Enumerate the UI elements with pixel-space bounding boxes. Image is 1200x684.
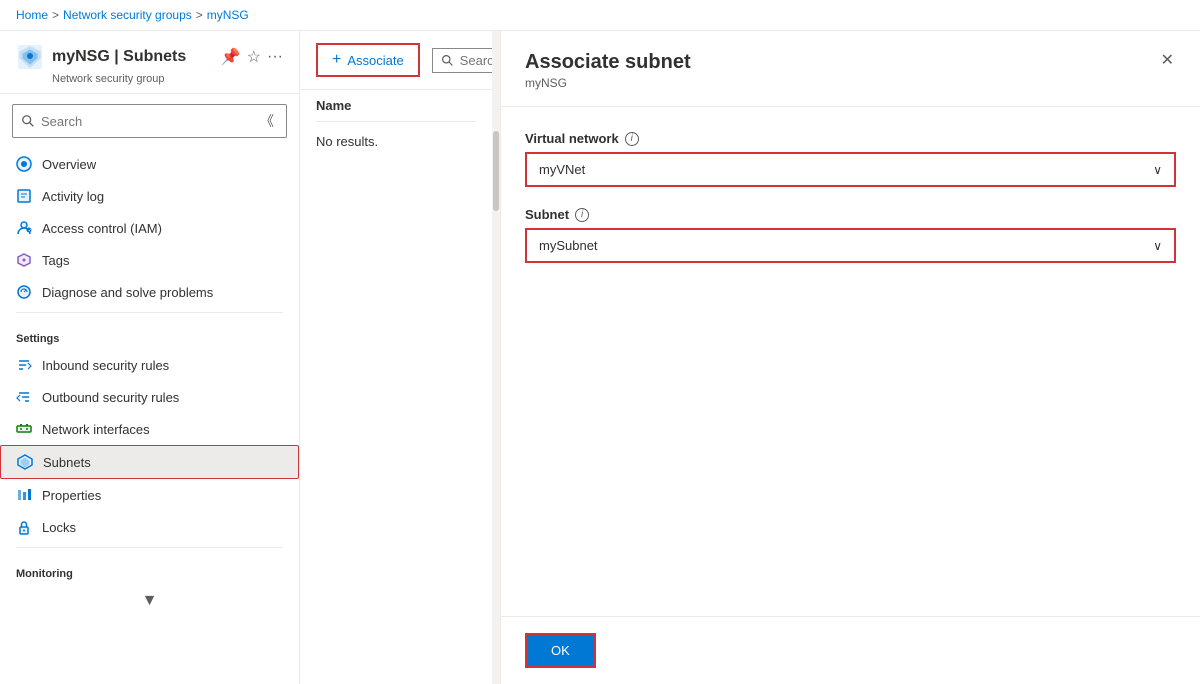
sidebar-item-diagnose-label: Diagnose and solve problems (42, 285, 213, 300)
breadcrumb-nsg[interactable]: Network security groups (63, 8, 192, 22)
sidebar-item-tags-label: Tags (42, 253, 69, 268)
subnet-value: mySubnet (539, 238, 598, 253)
panel-subtitle: myNSG (525, 76, 691, 90)
subnets-icon (17, 454, 33, 470)
sidebar-title: myNSG | Subnets (52, 48, 186, 66)
scroll-down-icon: ▼ (142, 592, 158, 610)
plus-icon: + (332, 51, 341, 69)
no-results: No results. (316, 122, 476, 161)
search-input[interactable] (41, 114, 250, 129)
sidebar-item-locks[interactable]: Locks (0, 511, 299, 543)
panel-footer: OK (501, 616, 1200, 684)
star-icon[interactable]: ☆ (247, 47, 261, 67)
inbound-icon (16, 357, 32, 373)
vnet-form-group: Virtual network i myVNet ∨ (525, 131, 1176, 187)
vnet-label: Virtual network i (525, 131, 1176, 146)
breadcrumb-sep2: > (196, 8, 203, 22)
sidebar-item-nic-label: Network interfaces (42, 422, 150, 437)
associate-button-label: Associate (347, 53, 403, 68)
content-toolbar: + Associate (300, 31, 492, 90)
sidebar-item-subnets-label: Subnets (43, 455, 91, 470)
outbound-icon (16, 389, 32, 405)
ok-button[interactable]: OK (525, 633, 596, 668)
sidebar-item-overview-label: Overview (42, 157, 96, 172)
subnet-dropdown[interactable]: mySubnet ∨ (525, 228, 1176, 263)
sidebar-item-outbound[interactable]: Outbound security rules (0, 381, 299, 413)
subnet-label: Subnet i (525, 207, 1176, 222)
search-subnets-icon (441, 54, 454, 67)
breadcrumb-sep1: > (52, 8, 59, 22)
svg-text:✓: ✓ (28, 228, 31, 233)
vnet-dropdown[interactable]: myVNet ∨ (525, 152, 1176, 187)
sidebar-item-properties-label: Properties (42, 488, 101, 503)
monitoring-divider (16, 547, 283, 548)
breadcrumb-home[interactable]: Home (16, 8, 48, 22)
search-box: 《 (12, 104, 287, 138)
sidebar-item-activity-log[interactable]: Activity log (0, 180, 299, 212)
content-table: Name No results. (300, 90, 492, 161)
table-col-name: Name (316, 98, 351, 113)
properties-icon (16, 487, 32, 503)
sidebar-item-iam[interactable]: ✓ Access control (IAM) (0, 212, 299, 244)
sidebar-item-inbound-label: Inbound security rules (42, 358, 169, 373)
settings-divider (16, 312, 283, 313)
subnet-info-icon[interactable]: i (575, 208, 589, 222)
breadcrumb: Home > Network security groups > myNSG (0, 0, 1200, 31)
scrollbar-area (492, 31, 500, 684)
panel-title: Associate subnet (525, 51, 691, 74)
vnet-chevron-icon: ∨ (1153, 163, 1162, 177)
sidebar-item-overview[interactable]: Overview (0, 148, 299, 180)
breadcrumb-current[interactable]: myNSG (207, 8, 249, 22)
sidebar-item-nic[interactable]: Network interfaces (0, 413, 299, 445)
vnet-info-icon[interactable]: i (625, 132, 639, 146)
collapse-button[interactable]: 《 (256, 109, 278, 133)
sidebar-item-outbound-label: Outbound security rules (42, 390, 179, 405)
tags-icon (16, 252, 32, 268)
subnet-chevron-icon: ∨ (1153, 239, 1162, 253)
sidebar-header: myNSG | Subnets 📌 ☆ ··· Network security… (0, 31, 299, 94)
sidebar-item-diagnose[interactable]: Diagnose and solve problems (0, 276, 299, 308)
scrollbar-thumb[interactable] (493, 131, 499, 211)
monitoring-section-label: Monitoring (0, 552, 299, 584)
nsg-icon (16, 43, 44, 71)
associate-button[interactable]: + Associate (316, 43, 420, 77)
sidebar-item-subnets[interactable]: Subnets (0, 445, 299, 479)
associate-panel: Associate subnet myNSG ✕ Virtual network… (500, 31, 1200, 684)
sidebar-item-locks-label: Locks (42, 520, 76, 535)
table-header: Name (316, 90, 476, 122)
sidebar-subtitle: Network security group (52, 73, 283, 85)
more-icon[interactable]: ··· (267, 48, 283, 66)
content-area: + Associate Name No results. (300, 31, 492, 684)
search-subnets-box (432, 48, 492, 73)
sidebar-item-iam-label: Access control (IAM) (42, 221, 162, 236)
sidebar-title-icons: 📌 ☆ ··· (221, 47, 283, 67)
sidebar-item-inbound[interactable]: Inbound security rules (0, 349, 299, 381)
activity-icon (16, 188, 32, 204)
pin-icon[interactable]: 📌 (221, 47, 241, 67)
panel-header: Associate subnet myNSG ✕ (501, 31, 1200, 107)
close-button[interactable]: ✕ (1159, 51, 1176, 71)
search-icon (21, 114, 35, 128)
sidebar-item-properties[interactable]: Properties (0, 479, 299, 511)
subnet-form-group: Subnet i mySubnet ∨ (525, 207, 1176, 263)
iam-icon: ✓ (16, 220, 32, 236)
sidebar-item-activity-label: Activity log (42, 189, 104, 204)
sidebar-item-tags[interactable]: Tags (0, 244, 299, 276)
settings-section-label: Settings (0, 317, 299, 349)
diagnose-icon (16, 284, 32, 300)
sidebar: myNSG | Subnets 📌 ☆ ··· Network security… (0, 31, 300, 684)
scrollbar-track (493, 31, 499, 684)
vnet-value: myVNet (539, 162, 585, 177)
overview-icon (16, 156, 32, 172)
nic-icon (16, 421, 32, 437)
panel-body: Virtual network i myVNet ∨ Subnet i (501, 107, 1200, 616)
search-subnets-input[interactable] (460, 53, 492, 68)
locks-icon (16, 519, 32, 535)
